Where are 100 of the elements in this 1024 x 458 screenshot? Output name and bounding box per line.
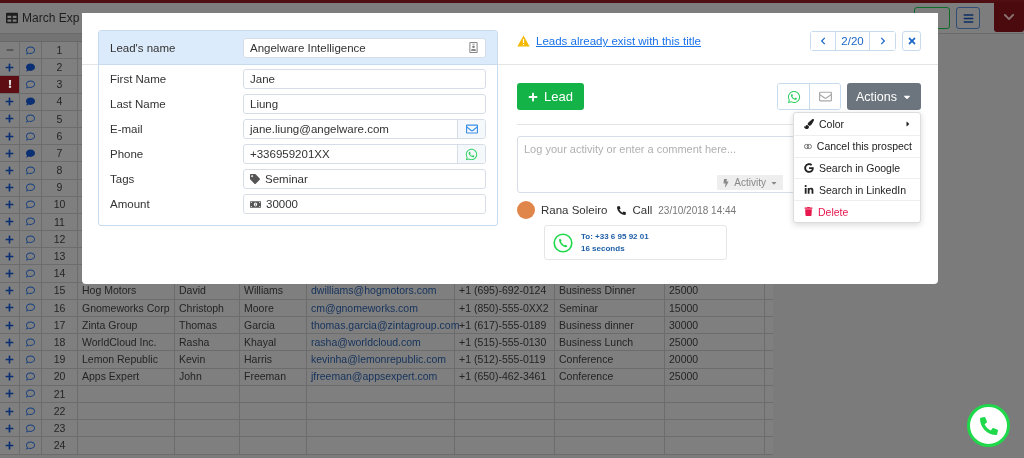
table-cell-text: cm@gnomeworks.com	[311, 300, 418, 316]
table-cell-text: +1 (650)-462-3461	[459, 369, 547, 385]
lightning-icon	[722, 178, 731, 187]
comment-icon[interactable]	[26, 337, 35, 347]
field-label: Tags	[110, 173, 136, 185]
row-number: 17	[53, 317, 66, 333]
comment-icon[interactable]	[26, 217, 35, 227]
table-cell-text: Business dinner	[559, 317, 634, 333]
table-cell-text: Garcia	[244, 317, 275, 333]
plus-icon[interactable]	[5, 440, 14, 450]
call-button[interactable]	[967, 404, 1010, 447]
previous-button[interactable]	[811, 32, 836, 50]
comment-icon[interactable]	[26, 131, 35, 141]
input-field[interactable]: 30000	[243, 194, 486, 214]
plus-icon[interactable]	[5, 286, 14, 296]
comment-icon[interactable]	[26, 303, 35, 313]
table-icon	[6, 12, 18, 24]
whatsapp-button[interactable]	[457, 145, 485, 163]
menu-item[interactable]: Cancel this prospect	[794, 134, 920, 157]
comment-icon[interactable]	[26, 183, 35, 193]
input-field[interactable]: Jane	[243, 69, 486, 89]
plus-icon[interactable]	[5, 97, 14, 107]
row-number: 19	[53, 352, 66, 368]
comment-icon[interactable]	[26, 97, 35, 107]
plus-icon[interactable]	[5, 234, 14, 244]
input-field[interactable]: Seminar	[243, 169, 486, 189]
comment-icon[interactable]	[26, 372, 35, 382]
plus-icon[interactable]	[5, 165, 14, 175]
input-field[interactable]: +336959201XX	[243, 144, 486, 164]
table-cell-text: Thomas	[179, 317, 217, 333]
plus-icon[interactable]	[5, 269, 14, 279]
input-field[interactable]: jane.liung@angelware.com	[243, 119, 486, 139]
comment-icon[interactable]	[26, 406, 35, 416]
menu-item[interactable]: Delete	[794, 200, 920, 222]
table-cell-text: 25000	[669, 335, 699, 350]
plus-icon[interactable]	[5, 337, 14, 347]
chevron-right-icon	[878, 37, 887, 45]
comment-icon[interactable]	[26, 62, 35, 72]
close-icon	[906, 36, 917, 46]
warning-link[interactable]: Leads already exist with this title	[536, 35, 701, 47]
plus-icon[interactable]	[5, 200, 14, 210]
row-number: 9	[56, 180, 63, 196]
comment-icon[interactable]	[26, 440, 35, 450]
comment-icon[interactable]	[26, 286, 35, 296]
table-cell-text: thomas.garcia@zintagroup.com	[311, 317, 460, 333]
comment-icon[interactable]	[26, 423, 35, 433]
table-cell-text: Rasha	[179, 335, 210, 350]
tag-icon	[250, 174, 260, 184]
input-field[interactable]: Angelware Intelligence	[243, 37, 486, 58]
collapse-button[interactable]	[994, 1, 1024, 32]
menu-icon	[962, 12, 974, 24]
comment-icon[interactable]	[26, 269, 35, 279]
menu-item[interactable]: Color	[794, 113, 920, 135]
menu-button[interactable]	[956, 7, 980, 29]
row-number: 2	[56, 60, 63, 75]
plus-icon[interactable]	[5, 354, 14, 364]
menu-item[interactable]: Search in Google	[794, 156, 920, 179]
plus-icon[interactable]	[5, 406, 14, 416]
plus-icon[interactable]	[5, 389, 14, 399]
table-cell-text: Business Lunch	[559, 335, 634, 350]
row-number: 5	[56, 111, 63, 127]
table-cell-text: +1 (512)-555-0119	[459, 352, 546, 368]
table-cell-text: 25000	[669, 283, 699, 299]
plus-icon[interactable]	[5, 423, 14, 433]
row-number: 18	[53, 335, 66, 350]
plus-icon[interactable]	[5, 320, 14, 330]
plus-icon[interactable]	[5, 303, 14, 313]
table-cell-text: John	[179, 369, 202, 385]
comment-icon[interactable]	[26, 200, 35, 210]
comment-icon[interactable]	[26, 251, 35, 261]
comment-icon[interactable]	[26, 165, 35, 175]
comment-icon[interactable]	[26, 114, 35, 124]
table-cell-text: Conference	[559, 352, 614, 368]
input-field[interactable]: Liung	[243, 94, 486, 114]
comment-icon[interactable]	[26, 354, 35, 364]
phone-icon	[553, 232, 573, 253]
plus-icon[interactable]	[5, 148, 14, 158]
actions-button[interactable]: Actions	[847, 83, 921, 110]
circles-icon	[804, 141, 812, 151]
email-button[interactable]	[809, 84, 840, 109]
comment-icon[interactable]	[26, 79, 35, 89]
plus-icon[interactable]	[5, 372, 14, 382]
plus-icon[interactable]	[5, 217, 14, 227]
plus-icon[interactable]	[5, 62, 14, 72]
table-cell-text: Kevin	[179, 352, 206, 368]
comment-icon[interactable]	[26, 45, 35, 55]
row-number: 4	[56, 94, 63, 110]
comment-icon[interactable]	[26, 148, 35, 158]
comment-icon[interactable]	[26, 234, 35, 244]
plus-icon[interactable]	[5, 183, 14, 193]
table-cell-text: WorldCloud Inc.	[82, 335, 157, 350]
email-button[interactable]	[457, 120, 485, 138]
comment-icon[interactable]	[26, 389, 35, 399]
plus-icon[interactable]	[5, 131, 14, 141]
table-cell-text: +1 (515)-555-0130	[459, 335, 547, 350]
close-button[interactable]	[902, 31, 921, 51]
menu-item[interactable]: Search in LinkedIn	[794, 178, 920, 201]
plus-icon[interactable]	[5, 114, 14, 124]
comment-icon[interactable]	[26, 320, 35, 330]
plus-icon[interactable]	[5, 251, 14, 261]
